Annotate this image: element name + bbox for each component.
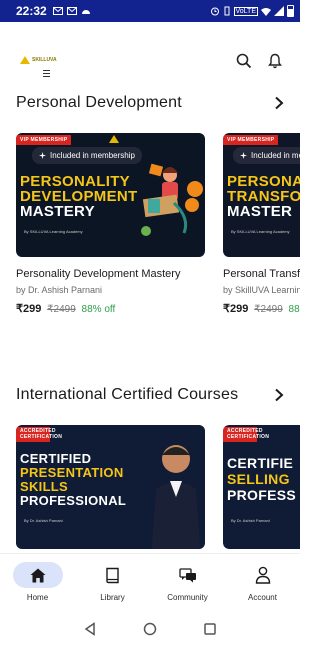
search-button[interactable] — [233, 50, 255, 72]
thumb-line-3: MASTERY — [20, 203, 95, 220]
system-nav-bar — [0, 608, 300, 650]
course-thumbnail[interactable]: VIP MEMBERSHIP Included in membership PE… — [223, 133, 300, 257]
vibrate-icon — [224, 6, 229, 16]
logo-mark-icon — [109, 135, 119, 143]
instructor-photo — [152, 445, 200, 549]
thumb-line-2: TRANSFORM — [227, 188, 300, 205]
course-author: by SkillUVA Learning Academy — [223, 285, 300, 295]
app-bar: SKILLUVA — [0, 22, 300, 82]
thumb-line-2: DEVELOPMENT — [20, 188, 138, 205]
girl-reading-illustration — [141, 163, 203, 236]
included-in-membership-badge: Included in membership — [32, 147, 142, 164]
section-title: Personal Development — [16, 94, 182, 111]
recents-icon[interactable] — [203, 622, 217, 636]
notification-icons — [52, 6, 91, 16]
thumb-byline: By SKILLUVA Learning Academy — [24, 229, 83, 234]
wifi-icon — [261, 7, 271, 16]
section-title: International Certified Courses — [16, 386, 239, 403]
price-original: ₹2499 — [254, 304, 283, 315]
nav-community-pill — [163, 562, 213, 588]
person-icon — [255, 566, 270, 584]
course-thumbnail[interactable]: ACCREDITED CERTIFICATION CERTIFIE SELLIN… — [223, 425, 300, 549]
accredited-ribbon: ACCREDITED CERTIFICATION — [16, 427, 62, 442]
home-circle-icon[interactable] — [143, 622, 157, 636]
book-icon — [106, 567, 119, 583]
menu-icon[interactable] — [43, 70, 50, 79]
thumb-line-1: CERTIFIED — [20, 451, 92, 466]
accredited-ribbon: ACCREDITED CERTIFICATION — [223, 427, 269, 442]
thumb-line-1: PERSONALI — [227, 173, 300, 190]
course-price: ₹299 ₹2499 88% off — [16, 302, 206, 315]
bell-icon — [268, 53, 282, 69]
thumb-byline: By SKILLUVA Learning Academy — [231, 229, 290, 234]
membership-label: Included in membership — [251, 151, 300, 160]
thumb-line-3: PROFESS — [227, 487, 297, 503]
price-discount: 88% off — [288, 304, 300, 315]
nav-label: Home — [26, 593, 49, 602]
vip-membership-ribbon: VIP MEMBERSHIP — [16, 135, 72, 145]
course-thumbnail[interactable]: ACCREDITED CERTIFICATION CERTIFIED PRESE… — [16, 425, 205, 549]
nav-home-pill — [12, 562, 63, 588]
alarm-icon — [210, 7, 219, 16]
thumb-line-3: SKILLS — [20, 479, 69, 494]
thumb-byline: By Dr. Ashish Parnani — [231, 518, 270, 523]
chevron-right-icon[interactable] — [272, 388, 286, 402]
logo-mark — [20, 56, 30, 64]
nav-community[interactable]: Community — [150, 554, 225, 608]
included-in-membership-badge: Included in membership — [233, 147, 300, 164]
android-icon — [81, 10, 90, 14]
membership-label: Included in membership — [50, 151, 135, 160]
price-current: ₹299 — [223, 303, 249, 315]
thumb-line-3: MASTER — [227, 203, 293, 220]
nav-label: Library — [100, 593, 125, 602]
course-card[interactable]: ACCREDITED CERTIFICATION CERTIFIED PRESE… — [16, 425, 206, 549]
nav-library-pill — [88, 562, 138, 588]
gmail-icon — [66, 7, 77, 15]
app-logo[interactable]: SKILLUVA — [20, 56, 57, 64]
vip-membership-ribbon: VIP MEMBERSHIP — [223, 135, 279, 145]
status-time: 22:32 — [16, 4, 47, 18]
gmail-icon — [52, 7, 63, 15]
sparkle-icon — [39, 152, 46, 159]
nav-account-pill — [238, 562, 288, 588]
price-discount: 88% off — [81, 304, 116, 315]
search-icon — [236, 53, 252, 69]
chat-icon — [178, 567, 196, 582]
course-title: Personality Development Mastery — [16, 268, 181, 280]
thumb-line-4: PROFESSIONAL — [20, 493, 127, 508]
logo-text: SKILLUVA — [32, 57, 57, 63]
course-card[interactable]: ACCREDITED CERTIFICATION CERTIFIE SELLIN… — [223, 425, 300, 549]
status-bar: 22:32 VoLTE — [0, 0, 300, 22]
nav-home[interactable]: Home — [0, 554, 75, 608]
chevron-right-icon[interactable] — [272, 96, 286, 110]
nav-label: Account — [248, 593, 277, 602]
course-thumbnail[interactable]: VIP MEMBERSHIP Included in membership PE… — [16, 133, 205, 257]
bottom-navigation: Home Library Community Account — [0, 553, 300, 608]
home-icon — [30, 568, 45, 582]
thumb-byline: By Dr. Ashish Parnani — [24, 518, 63, 523]
course-author: by Dr. Ashish Parnani — [16, 285, 103, 295]
sparkle-icon — [240, 152, 247, 159]
price-current: ₹299 — [16, 303, 42, 315]
thumb-line-1: PERSONALITY — [20, 173, 130, 190]
nav-account[interactable]: Account — [225, 554, 300, 608]
battery-icon — [287, 5, 294, 17]
course-title: Personal Transformation Mastery — [223, 268, 300, 280]
course-price: ₹299 ₹2499 88% off — [223, 302, 300, 315]
back-icon[interactable] — [83, 622, 97, 636]
course-card[interactable]: VIP MEMBERSHIP Included in membership PE… — [16, 133, 206, 315]
nav-label: Community — [167, 593, 208, 602]
thumb-line-2: SELLING — [227, 471, 290, 487]
notifications-button[interactable] — [264, 50, 286, 72]
section-personal-development-header: Personal Development — [16, 94, 286, 112]
thumb-line-2: PRESENTATION — [20, 465, 124, 480]
price-original: ₹2499 — [47, 304, 76, 315]
section-international-certified-header: International Certified Courses — [16, 386, 286, 404]
course-card[interactable]: VIP MEMBERSHIP Included in membership PE… — [223, 133, 300, 315]
nav-library[interactable]: Library — [75, 554, 150, 608]
volte-label: VoLTE — [233, 6, 258, 16]
thumb-line-1: CERTIFIE — [227, 455, 294, 471]
signal-icon — [274, 6, 284, 16]
